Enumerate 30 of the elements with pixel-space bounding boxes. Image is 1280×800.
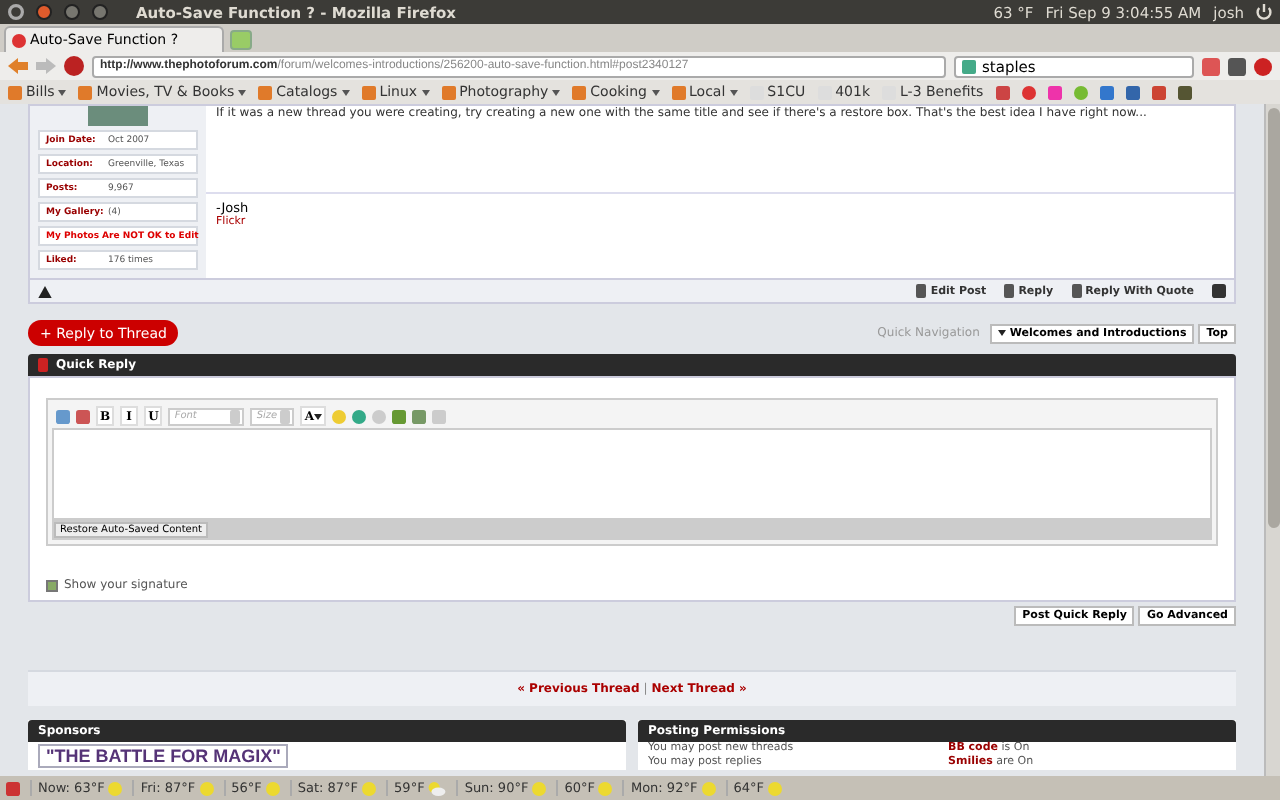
power-icon[interactable]: [1256, 4, 1272, 20]
caret-icon: [421, 89, 430, 95]
sun-icon: [199, 781, 214, 795]
checkbox[interactable]: [46, 579, 58, 591]
caret-icon: [341, 89, 350, 95]
scrollbar[interactable]: [1264, 104, 1280, 776]
close-button[interactable]: [36, 4, 52, 20]
caret-icon: [729, 89, 738, 95]
site-icon: [12, 33, 26, 47]
sun-icon: [362, 781, 377, 795]
message-field[interactable]: [52, 428, 1212, 520]
caret-icon: [238, 89, 247, 95]
caret-icon: [313, 413, 322, 419]
sun-icon: [265, 781, 280, 795]
caret-icon: [997, 330, 1006, 336]
maximize-button[interactable]: [92, 4, 108, 20]
back-icon[interactable]: [8, 58, 28, 74]
avatar-placeholder: [88, 106, 148, 126]
caret-icon: [58, 89, 67, 95]
minimize-button[interactable]: [64, 4, 80, 20]
caret-icon: [552, 89, 561, 95]
sun-icon: [108, 781, 123, 795]
cloud-icon: [428, 781, 447, 795]
caret-icon: [651, 89, 660, 95]
sun-icon: [532, 781, 547, 795]
sun-icon: [767, 781, 782, 795]
warning-icon[interactable]: [38, 285, 52, 297]
sun-icon: [701, 781, 716, 795]
ad-banner[interactable]: "THE BATTLE FOR MAGIX": [38, 744, 289, 768]
sun-icon: [598, 781, 613, 795]
